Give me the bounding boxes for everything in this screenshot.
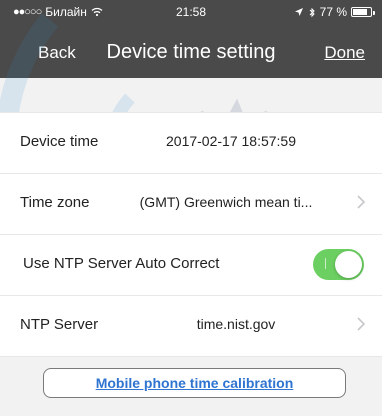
status-right: 77 % [294, 0, 375, 24]
settings-list: Device time 2017-02-17 18:57:59 Time zon… [0, 112, 382, 357]
bluetooth-icon [309, 7, 315, 17]
ntp-auto-correct-label: Use NTP Server Auto Correct [23, 255, 220, 272]
device-time-row: Device time 2017-02-17 18:57:59 [0, 113, 382, 173]
toggle-on-mark [325, 258, 326, 269]
chevron-right-icon [357, 195, 366, 209]
navigation-bar: Back Device time setting Done [0, 28, 382, 78]
top-bar: ●●○○○ Билайн 21:58 77 % Back Device time… [0, 0, 382, 78]
chevron-right-icon [357, 317, 366, 331]
device-time-value: 2017-02-17 18:57:59 [166, 133, 296, 149]
ntp-auto-correct-row: Use NTP Server Auto Correct [0, 234, 382, 295]
status-bar: ●●○○○ Билайн 21:58 77 % [0, 0, 382, 24]
toggle-knob [335, 251, 362, 278]
battery-percent: 77 % [319, 5, 347, 19]
location-arrow-icon [294, 8, 303, 16]
done-button[interactable]: Done [324, 43, 365, 63]
mobile-phone-time-calibration-button[interactable]: Mobile phone time calibration [43, 368, 346, 398]
ntp-server-row[interactable]: NTP Server time.nist.gov [0, 295, 382, 356]
battery-level [353, 9, 367, 15]
time-zone-row[interactable]: Time zone (GMT) Greenwich mean ti... [0, 173, 382, 234]
battery-icon [351, 7, 375, 17]
ntp-server-value: time.nist.gov [196, 316, 276, 332]
time-zone-value: (GMT) Greenwich mean ti... [139, 194, 313, 210]
ntp-auto-correct-toggle[interactable] [313, 249, 364, 280]
